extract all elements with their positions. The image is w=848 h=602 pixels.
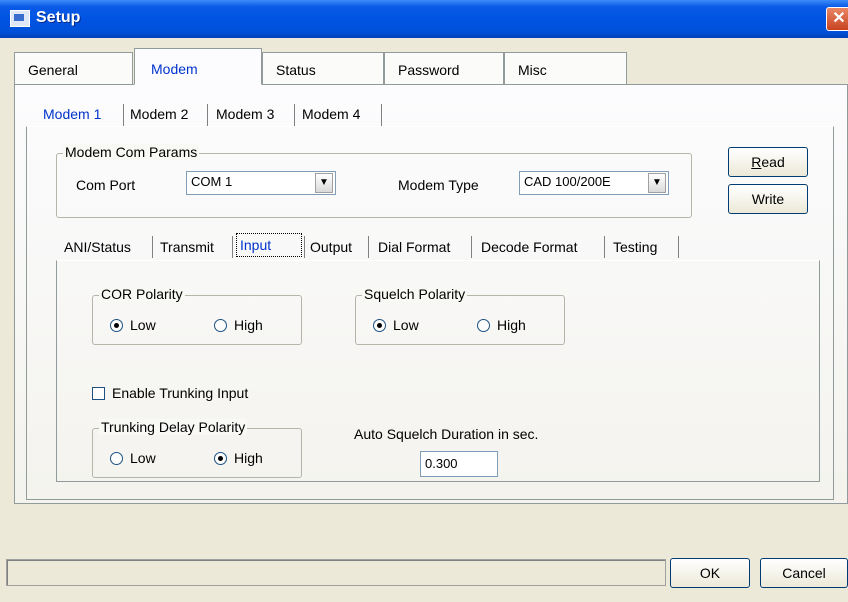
cor-polarity-group (92, 295, 302, 345)
squelch-high-label: High (497, 317, 526, 333)
trunking-delay-polarity-group (92, 428, 302, 478)
title-bar[interactable]: Setup ✕ (0, 0, 848, 38)
tab-dial-format[interactable]: Dial Format (378, 235, 450, 261)
auto-squelch-input[interactable]: 0.300 (420, 451, 498, 477)
tab-modem[interactable]: Modem (134, 48, 262, 85)
tab-decode-format[interactable]: Decode Format (481, 235, 577, 261)
auto-squelch-label: Auto Squelch Duration in sec. (354, 426, 539, 442)
ok-button[interactable]: OK (670, 558, 750, 588)
tab-testing[interactable]: Testing (613, 235, 657, 261)
tab-output[interactable]: Output (310, 235, 352, 261)
enable-trunking-label: Enable Trunking Input (112, 385, 249, 401)
squelch-polarity-legend: Squelch Polarity (362, 286, 468, 302)
status-bar (6, 559, 666, 586)
tab-modem-2[interactable]: Modem 2 (130, 102, 188, 127)
tab-modem-4[interactable]: Modem 4 (302, 102, 360, 127)
tab-input[interactable]: Input (236, 233, 302, 257)
modem-type-value: CAD 100/200E (524, 174, 611, 189)
close-button[interactable]: ✕ (826, 7, 848, 31)
tab-modem-3[interactable]: Modem 3 (216, 102, 274, 127)
cor-polarity-legend: COR Polarity (99, 286, 185, 302)
chevron-down-icon[interactable]: ▼ (648, 173, 666, 193)
trunking-high-radio[interactable] (214, 452, 227, 465)
modem-com-params-legend: Modem Com Params (63, 144, 200, 160)
app-icon (10, 10, 30, 27)
chevron-down-icon[interactable]: ▼ (315, 173, 333, 193)
squelch-polarity-group (355, 295, 565, 345)
modem-type-label: Modem Type (398, 177, 479, 193)
tab-separator (368, 236, 369, 258)
tab-separator (207, 104, 208, 126)
window-title: Setup (36, 9, 81, 26)
trunking-delay-polarity-legend: Trunking Delay Polarity (99, 419, 248, 435)
trunking-high-label: High (234, 450, 263, 466)
modem-type-select[interactable]: CAD 100/200E ▼ (519, 171, 669, 195)
squelch-low-label: Low (393, 317, 419, 333)
tab-separator (381, 104, 382, 126)
cor-low-label: Low (130, 317, 156, 333)
tab-separator (604, 236, 605, 258)
squelch-high-radio[interactable] (477, 319, 490, 332)
enable-trunking-checkbox[interactable] (92, 387, 105, 400)
tab-ani-status[interactable]: ANI/Status (64, 235, 131, 261)
com-port-value: COM 1 (191, 174, 233, 189)
com-port-label: Com Port (76, 177, 136, 193)
cor-low-radio[interactable] (110, 319, 123, 332)
tab-modem-1[interactable]: Modem 1 (43, 102, 101, 127)
read-button[interactable]: Read (728, 147, 808, 177)
write-button[interactable]: Write (728, 184, 808, 214)
tab-password[interactable]: Password (384, 52, 504, 84)
tab-separator (304, 236, 305, 258)
close-icon: ✕ (832, 10, 846, 27)
tab-separator (152, 236, 153, 258)
tab-transmit[interactable]: Transmit (160, 235, 214, 261)
cancel-button[interactable]: Cancel (760, 558, 848, 588)
tab-separator (294, 104, 295, 126)
cor-high-radio[interactable] (214, 319, 227, 332)
trunking-low-label: Low (130, 450, 156, 466)
tab-status[interactable]: Status (262, 52, 384, 84)
tab-separator (471, 236, 472, 258)
tab-separator (123, 104, 124, 126)
com-port-select[interactable]: COM 1 ▼ (186, 171, 336, 195)
squelch-low-radio[interactable] (373, 319, 386, 332)
tab-misc[interactable]: Misc (504, 52, 627, 84)
cor-high-label: High (234, 317, 263, 333)
tab-separator (232, 236, 233, 258)
tab-separator (678, 236, 679, 258)
trunking-low-radio[interactable] (110, 452, 123, 465)
tab-general[interactable]: General (14, 52, 133, 84)
